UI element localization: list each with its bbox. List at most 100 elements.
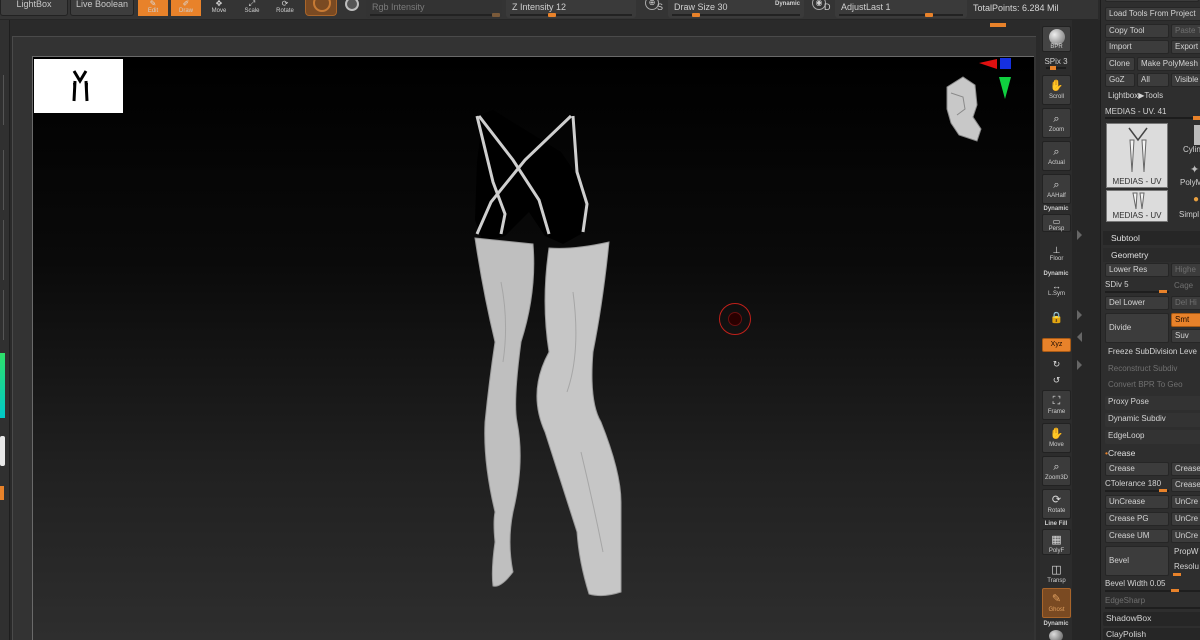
draw-size-slider[interactable]: Draw Size 30 Dynamic <box>668 0 804 18</box>
edgesharp-slider[interactable] <box>1105 607 1200 609</box>
claypolish-header[interactable]: ClayPolish <box>1103 628 1200 640</box>
tray-arrow-right-icon[interactable] <box>1077 360 1082 370</box>
bpr-render-button[interactable]: BPR <box>1042 26 1071 52</box>
shadowbox-header[interactable]: ShadowBox <box>1103 612 1200 626</box>
proxy-pose-header[interactable]: Proxy Pose <box>1105 396 1200 410</box>
local-rotate-z-button[interactable]: ↺ <box>1042 372 1071 386</box>
spix-slider[interactable] <box>1046 66 1066 70</box>
crease-pg-button[interactable]: Crease PG <box>1105 512 1169 526</box>
load-tool-button[interactable] <box>1105 0 1199 2</box>
resolution-knob[interactable] <box>1173 573 1181 576</box>
propw-toggle[interactable]: PropW <box>1171 546 1200 560</box>
rotate-mode-button[interactable]: ⟳ Rotate <box>270 0 300 16</box>
right-tray-scroller[interactable] <box>1072 20 1100 640</box>
import-button[interactable]: Import <box>1105 40 1169 54</box>
ghost-button[interactable]: ✎ Ghost <box>1042 588 1071 618</box>
tray-arrow-right-icon[interactable] <box>1077 230 1082 240</box>
tool-thumb-medias-uv-2[interactable]: MEDIAS - UV <box>1106 190 1168 222</box>
bevel-button[interactable]: Bevel <box>1105 546 1169 576</box>
lock-button[interactable]: 🔒 <box>1042 308 1071 330</box>
rotate-view-button[interactable]: ⟳ Rotate <box>1042 489 1071 519</box>
lsym-button[interactable]: ↔ L.Sym <box>1042 279 1071 299</box>
document-canvas[interactable] <box>32 56 1034 640</box>
rgb-toggle[interactable] <box>343 0 361 14</box>
uncrease-all-button[interactable]: UnCre <box>1171 495 1200 509</box>
uncrease-pg-button[interactable]: UnCre <box>1171 512 1200 526</box>
xyz-button[interactable]: Xyz <box>1042 338 1071 352</box>
load-tools-from-project-button[interactable]: Load Tools From Project <box>1105 7 1200 21</box>
material-button[interactable] <box>305 0 337 16</box>
lightbox-tools-button[interactable]: Lightbox▶Tools <box>1105 90 1200 104</box>
divide-button[interactable]: Divide <box>1105 313 1169 343</box>
bevel-width-slider[interactable] <box>1105 590 1200 592</box>
bevel-width-knob[interactable] <box>1171 589 1179 592</box>
actual-button[interactable]: ⌕ Actual <box>1042 141 1071 171</box>
main-color-swatch[interactable] <box>0 436 5 466</box>
make-polymesh-button[interactable]: Make PolyMesh <box>1137 57 1200 71</box>
uncrease-um-button[interactable]: UnCre <box>1171 529 1200 543</box>
geometry-header[interactable]: Geometry <box>1103 248 1200 262</box>
secondary-color-swatch[interactable] <box>0 486 4 500</box>
local-rotate-button[interactable]: ↻ <box>1042 356 1071 370</box>
color-picker-strip[interactable] <box>0 353 5 418</box>
spix-knob[interactable] <box>1050 66 1056 70</box>
uncrease-button[interactable]: UnCrease <box>1105 495 1169 509</box>
z-intensity-knob[interactable] <box>548 13 556 17</box>
del-lower-button[interactable]: Del Lower <box>1105 296 1169 310</box>
shelf-scroll-marker[interactable] <box>990 23 1006 27</box>
zoom-button[interactable]: ⌕ Zoom <box>1042 108 1071 138</box>
reconstruct-subdiv-button[interactable]: Reconstruct Subdiv <box>1105 363 1200 377</box>
convert-bpr-button[interactable]: Convert BPR To Geo <box>1105 379 1200 393</box>
higher-res-button[interactable]: Highe <box>1171 263 1200 277</box>
transp-button[interactable]: ◫ Transp <box>1042 560 1071 586</box>
live-boolean-button[interactable]: Live Boolean <box>70 0 134 16</box>
ctolerance-knob[interactable] <box>1159 489 1167 492</box>
crease-edge-button[interactable]: Crease <box>1171 478 1200 492</box>
rgb-intensity-slider[interactable]: Rgb Intensity <box>366 0 502 18</box>
smt-toggle[interactable]: Smt <box>1171 313 1200 327</box>
goz-all-button[interactable]: All <box>1137 73 1169 87</box>
adjust-last-knob[interactable] <box>925 13 933 17</box>
edit-mode-button[interactable]: ✎ Edit <box>138 0 168 16</box>
scroll-button[interactable]: ✋ Scroll <box>1042 75 1071 105</box>
zoom3d-button[interactable]: ⌕ Zoom3D <box>1042 456 1071 486</box>
draw-mode-button[interactable]: ✐ Draw <box>171 0 201 16</box>
suv-toggle[interactable]: Suv <box>1171 329 1200 343</box>
tool-thumb-cylinder[interactable]: Cylin ✦ PolyM <box>1170 123 1200 188</box>
tray-arrow-left-icon[interactable] <box>1077 332 1082 342</box>
z-intensity-slider[interactable]: Z Intensity 12 <box>506 0 636 18</box>
goz-visible-button[interactable]: Visible <box>1171 73 1200 87</box>
tool-slider[interactable] <box>1105 116 1200 120</box>
floor-button[interactable]: ⊥ Floor <box>1042 242 1071 266</box>
tool-slider-knob[interactable] <box>1193 116 1200 120</box>
del-higher-button[interactable]: Del Hi <box>1171 296 1200 310</box>
aahalf-button[interactable]: ⌕ AAHalf <box>1042 174 1071 204</box>
dynamic-subdiv-header[interactable]: Dynamic Subdiv <box>1105 413 1200 427</box>
freeze-subdivision-button[interactable]: Freeze SubDivision Leve <box>1105 346 1200 360</box>
move-view-button[interactable]: ✋ Move <box>1042 423 1071 453</box>
clone-button[interactable]: Clone <box>1105 57 1135 71</box>
paste-tool-button[interactable]: Paste T <box>1171 24 1200 38</box>
dynamic-toggle[interactable]: Dynamic <box>775 1 800 7</box>
edgeloop-header[interactable]: EdgeLoop <box>1105 430 1200 444</box>
draw-size-knob[interactable] <box>692 13 700 17</box>
copy-tool-button[interactable]: Copy Tool <box>1105 24 1169 38</box>
crease-button[interactable]: Crease <box>1105 462 1169 476</box>
s-key-button[interactable]: ⊕ S <box>643 0 665 16</box>
crease-header[interactable]: •Crease <box>1103 446 1200 460</box>
sdiv-knob[interactable] <box>1159 290 1167 293</box>
scale-mode-button[interactable]: ⤢ Scale <box>237 0 267 16</box>
goz-button[interactable]: GoZ <box>1105 73 1135 87</box>
subtool-header[interactable]: Subtool <box>1103 231 1200 245</box>
lower-res-button[interactable]: Lower Res <box>1105 263 1169 277</box>
adjust-last-slider[interactable]: AdjustLast 1 <box>835 0 967 18</box>
frame-button[interactable]: ⛶ Frame <box>1042 390 1071 420</box>
d-key-button[interactable]: ◉ D <box>810 0 832 16</box>
move-mode-button[interactable]: ✥ Move <box>204 0 234 16</box>
persp-button[interactable]: ▭ Persp <box>1042 214 1071 232</box>
stockings-model[interactable] <box>453 102 713 614</box>
orientation-gizmo[interactable] <box>937 57 1017 147</box>
solo-sphere-icon[interactable] <box>1049 630 1063 640</box>
navigator-thumbnail[interactable] <box>34 59 123 113</box>
export-button[interactable]: Export <box>1171 40 1200 54</box>
